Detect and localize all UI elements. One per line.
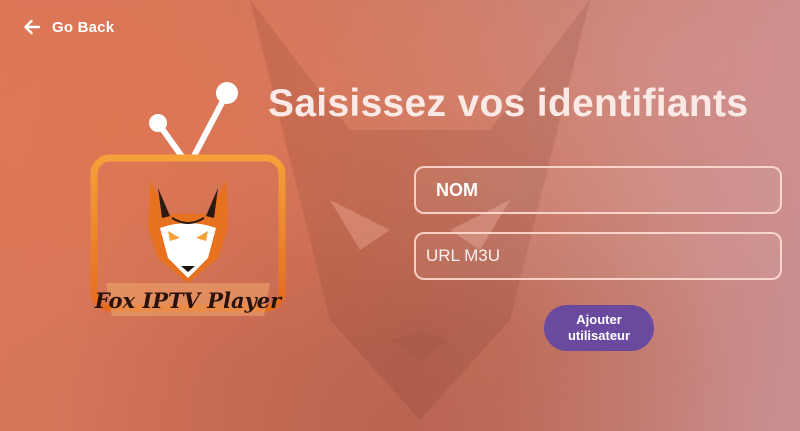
fox-tv-logo: Fox IPTV Player: [90, 82, 286, 316]
name-field[interactable]: [414, 166, 782, 214]
add-user-button[interactable]: Ajouter utilisateur: [544, 305, 654, 351]
page-title: Saisissez vos identifiants: [268, 82, 749, 125]
logo-text: Fox IPTV Player: [94, 288, 283, 313]
go-back-button[interactable]: Go Back: [22, 17, 114, 37]
go-back-label: Go Back: [52, 18, 115, 36]
m3u-url-field[interactable]: [414, 232, 782, 280]
arrow-left-icon: [22, 17, 42, 37]
